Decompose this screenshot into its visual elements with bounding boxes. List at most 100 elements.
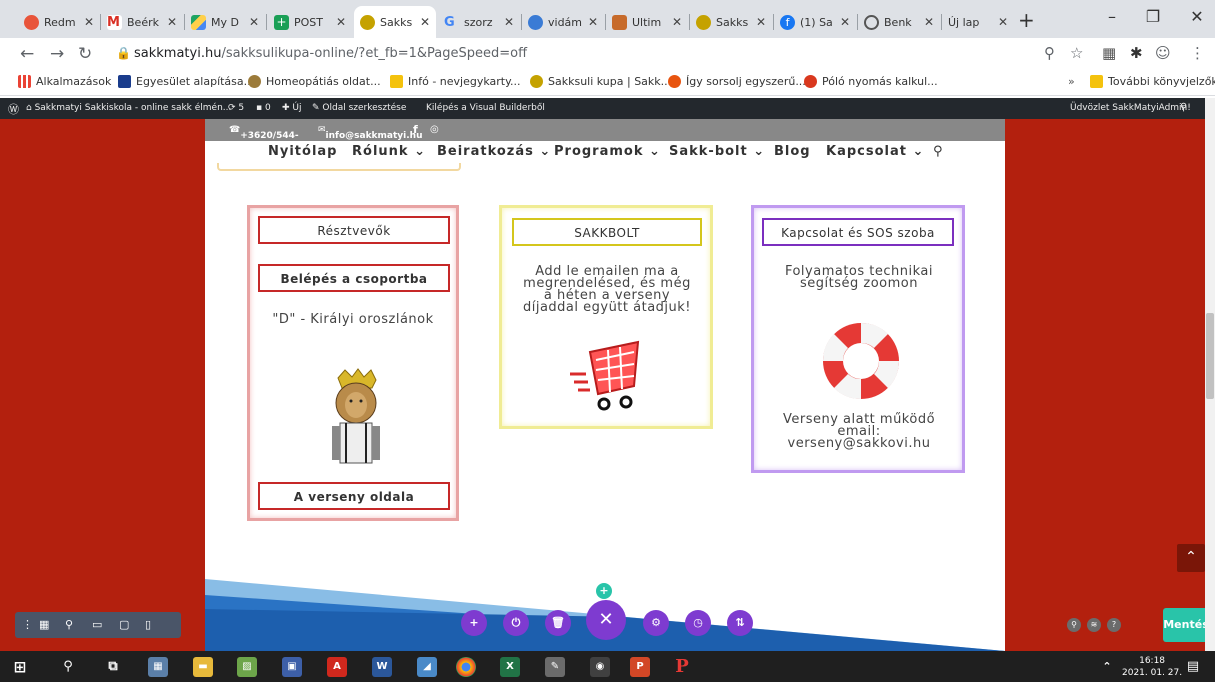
reload-button[interactable]: ↻ bbox=[78, 44, 92, 64]
word-icon[interactable]: W bbox=[372, 657, 392, 677]
tab-benk[interactable]: Benk ✕ bbox=[858, 6, 940, 38]
phone-text[interactable]: ☎ +3620/544-7776 bbox=[229, 125, 299, 151]
email-text[interactable]: ✉ info@sakkmatyi.hu bbox=[318, 125, 422, 141]
power-icon[interactable]: ⏻ bbox=[503, 610, 529, 636]
system-clock[interactable]: 16:18 2021. 01. 27. bbox=[1122, 655, 1182, 679]
close-builder-button[interactable]: ✕ bbox=[586, 600, 626, 640]
tab-google[interactable]: G szorz ✕ bbox=[438, 6, 520, 38]
bookmark-apps[interactable]: Alkalmazások bbox=[18, 75, 111, 88]
close-icon[interactable]: ✕ bbox=[588, 15, 598, 29]
extension-icon[interactable]: ▦ bbox=[1102, 44, 1116, 62]
game-icon[interactable]: ◉ bbox=[590, 657, 610, 677]
task-view-icon[interactable]: ⧉ bbox=[103, 657, 123, 677]
tab-facebook[interactable]: f (1) Sa ✕ bbox=[774, 6, 856, 38]
tool-icon[interactable]: ◢ bbox=[417, 657, 437, 677]
calculator-icon[interactable]: ▦ bbox=[148, 657, 168, 677]
bookmark-other-folder[interactable]: További könyvjelzők bbox=[1090, 75, 1215, 88]
menu-programok[interactable]: Programok ⌄ bbox=[554, 144, 661, 159]
address-bar[interactable]: 🔒 sakkmatyi.hu/sakksulikupa-online/?et_f… bbox=[100, 43, 1090, 65]
facebook-icon[interactable]: f bbox=[413, 123, 418, 136]
desktop-view-icon[interactable]: ▭ bbox=[92, 618, 102, 631]
tab-wordpress[interactable]: vidám ✕ bbox=[522, 6, 604, 38]
builder-layers-icon[interactable]: ≋ bbox=[1087, 618, 1101, 632]
menu-kapcsolat[interactable]: Kapcsolat ⌄ bbox=[826, 144, 924, 159]
menu-rolunk[interactable]: Rólunk ⌄ bbox=[352, 144, 426, 159]
restore-button[interactable]: ❐ bbox=[1138, 7, 1168, 26]
wp-search-icon[interactable]: ⚲ bbox=[1180, 102, 1187, 113]
photos-icon[interactable]: ▨ bbox=[237, 657, 257, 677]
close-icon[interactable]: ✕ bbox=[336, 15, 346, 29]
bookmark-sorsolj[interactable]: Így sorsolj egyszerű... bbox=[668, 75, 806, 88]
new-tab-button[interactable]: + bbox=[1018, 8, 1035, 32]
tab-sakksuli-2[interactable]: Sakks ✕ bbox=[690, 6, 772, 38]
close-icon[interactable]: ✕ bbox=[249, 15, 259, 29]
minimize-button[interactable]: – bbox=[1097, 7, 1127, 26]
close-icon[interactable]: ✕ bbox=[504, 15, 514, 29]
publisher-icon[interactable]: P bbox=[672, 657, 692, 677]
wp-greeting[interactable]: Üdvözlet SakkMatyiAdmin! bbox=[1070, 103, 1191, 113]
menu-sakk-bolt[interactable]: Sakk-bolt ⌄ bbox=[669, 144, 765, 159]
phone-view-icon[interactable]: ▯ bbox=[145, 618, 151, 631]
wp-site-name[interactable]: ⌂ Sakkmatyi Sakkiskola - online sakk élm… bbox=[26, 103, 231, 113]
add-section-button[interactable]: + bbox=[596, 583, 612, 599]
save-app-icon[interactable]: ▣ bbox=[282, 657, 302, 677]
close-icon[interactable]: ✕ bbox=[840, 15, 850, 29]
competition-page-button[interactable]: A verseny oldala bbox=[258, 482, 450, 510]
chrome-icon[interactable] bbox=[456, 657, 476, 677]
forward-button[interactable]: → bbox=[50, 44, 64, 64]
participants-title[interactable]: Résztvevők bbox=[258, 216, 450, 244]
close-icon[interactable]: ✕ bbox=[84, 15, 94, 29]
join-group-button[interactable]: Belépés a csoportba bbox=[258, 264, 450, 292]
wp-updates[interactable]: ⟳ 5 bbox=[228, 103, 244, 113]
search-icon[interactable]: ⚲ bbox=[933, 144, 944, 159]
close-icon[interactable]: ✕ bbox=[998, 15, 1008, 29]
acrobat-icon[interactable]: A bbox=[327, 657, 347, 677]
close-icon[interactable]: ✕ bbox=[756, 15, 766, 29]
tab-sakksuli-active[interactable]: Sakks ✕ bbox=[354, 6, 436, 38]
tray-chevron-icon[interactable]: ⌃ bbox=[1097, 657, 1117, 677]
tab-new[interactable]: Új lap ✕ bbox=[942, 6, 1014, 38]
save-button[interactable]: Mentés bbox=[1163, 608, 1205, 642]
bookmark-sakksuli[interactable]: Sakksuli kupa | Sakk... bbox=[530, 75, 671, 88]
menu-dots-icon[interactable]: ⋮ bbox=[1190, 44, 1205, 62]
wordpress-logo-icon[interactable]: Ⓦ bbox=[8, 101, 19, 117]
back-button[interactable]: ← bbox=[20, 44, 34, 64]
zoom-icon[interactable]: ⚲ bbox=[65, 618, 73, 631]
bookmark-info[interactable]: Infó - nevjegykarty... bbox=[390, 75, 521, 88]
scrollbar-thumb[interactable] bbox=[1206, 313, 1214, 399]
powerpoint-icon[interactable]: P bbox=[630, 657, 650, 677]
tab-ultim[interactable]: Ultim ✕ bbox=[606, 6, 688, 38]
close-window-button[interactable]: ✕ bbox=[1182, 7, 1212, 26]
notifications-icon[interactable]: ▤ bbox=[1183, 657, 1203, 677]
page-scrollbar[interactable] bbox=[1205, 98, 1215, 651]
wp-comments[interactable]: ▪ 0 bbox=[256, 103, 271, 113]
more-bookmarks-chevron-icon[interactable]: » bbox=[1068, 75, 1075, 88]
wp-new[interactable]: ✚ Új bbox=[282, 103, 302, 113]
bookmark-polo[interactable]: Póló nyomás kalkul... bbox=[804, 75, 938, 88]
menu-dots-icon[interactable]: ⋮ bbox=[22, 618, 33, 631]
tab-redmine[interactable]: Redm ✕ bbox=[18, 6, 100, 38]
menu-nyitolap[interactable]: Nyitólap bbox=[268, 144, 338, 159]
tab-gmail[interactable]: M Beérk ✕ bbox=[101, 6, 183, 38]
instagram-icon[interactable]: ◎ bbox=[430, 124, 439, 135]
tablet-view-icon[interactable]: ▢ bbox=[119, 618, 129, 631]
url-text[interactable]: sakkmatyi.hu/sakksulikupa-online/?et_fb=… bbox=[134, 46, 527, 61]
close-icon[interactable]: ✕ bbox=[167, 15, 177, 29]
search-icon[interactable]: ⚲ bbox=[58, 657, 78, 677]
history-icon[interactable]: ◷ bbox=[685, 610, 711, 636]
portability-icon[interactable]: ⇅ bbox=[727, 610, 753, 636]
bookmark-egyesulet[interactable]: Egyesület alapítása... bbox=[118, 75, 254, 88]
shop-title[interactable]: SAKKBOLT bbox=[512, 218, 702, 246]
zoom-icon[interactable]: ⚲ bbox=[1044, 44, 1055, 62]
tab-drive[interactable]: My D ✕ bbox=[185, 6, 265, 38]
settings-icon[interactable]: ⚙ bbox=[643, 610, 669, 636]
contact-title[interactable]: Kapcsolat és SOS szoba bbox=[762, 218, 954, 246]
add-button[interactable]: + bbox=[461, 610, 487, 636]
trash-icon[interactable]: 🗑 bbox=[545, 610, 571, 636]
close-icon[interactable]: ✕ bbox=[420, 15, 430, 29]
wp-exit-builder[interactable]: Kilépés a Visual Builderből bbox=[426, 103, 545, 113]
bookmark-homeopatias[interactable]: Homeopátiás oldat... bbox=[248, 75, 381, 88]
scroll-to-top-button[interactable]: ⌃ bbox=[1177, 544, 1205, 572]
close-icon[interactable]: ✕ bbox=[924, 15, 934, 29]
wp-edit-page[interactable]: ✎ Oldal szerkesztése bbox=[312, 103, 406, 113]
